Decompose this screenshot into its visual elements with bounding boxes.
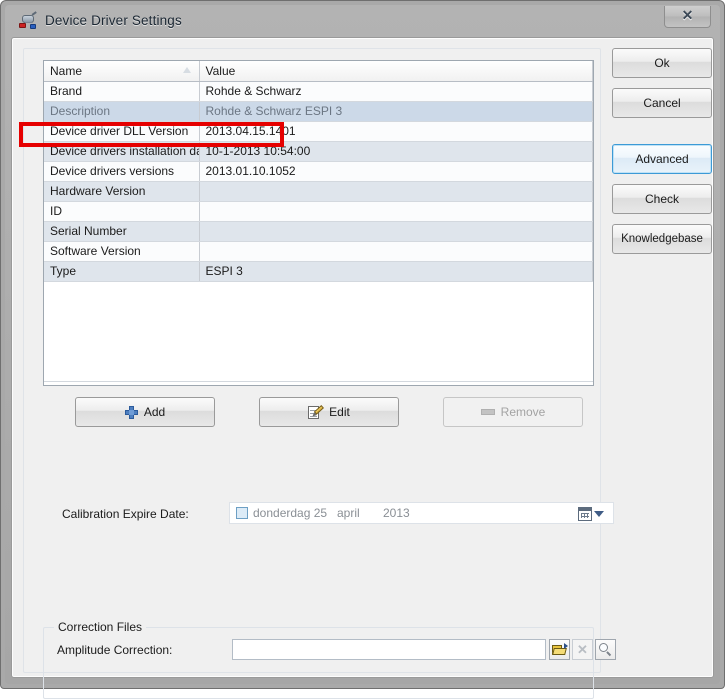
cell-name: ID bbox=[44, 201, 200, 222]
table-row[interactable]: Serial Number bbox=[44, 221, 593, 242]
cell-value bbox=[199, 241, 593, 262]
cell-value: 10-1-2013 10:54:00 bbox=[199, 141, 593, 162]
calibration-date-picker[interactable]: donderdag 25 april 2013 bbox=[229, 502, 614, 524]
cell-name: Serial Number bbox=[44, 221, 200, 242]
table-row[interactable]: Brand Rohde & Schwarz bbox=[44, 81, 593, 102]
calendar-dropdown-button[interactable] bbox=[578, 505, 610, 522]
advanced-button[interactable]: Advanced bbox=[612, 144, 712, 174]
amplitude-correction-label: Amplitude Correction: bbox=[57, 643, 173, 657]
remove-button: Remove bbox=[443, 397, 583, 427]
minus-icon bbox=[480, 409, 495, 415]
knowledgebase-button[interactable]: Knowledgebase bbox=[612, 224, 712, 254]
magnifier-icon bbox=[599, 643, 612, 657]
cell-name: Type bbox=[44, 261, 200, 282]
table-row[interactable]: Description Rohde & Schwarz ESPI 3 bbox=[44, 101, 593, 122]
advanced-button-label: Advanced bbox=[635, 152, 689, 166]
title-bar: Device Driver Settings ✕ bbox=[1, 1, 724, 37]
cell-value bbox=[199, 181, 593, 202]
cell-name: Device driver DLL Version bbox=[44, 121, 200, 142]
calibration-date-year: 2013 bbox=[383, 506, 410, 520]
calibration-expire-date-label: Calibration Expire Date: bbox=[62, 507, 189, 521]
device-properties-grid[interactable]: Name Value Brand Rohde & Schwarz Descripti… bbox=[43, 60, 594, 386]
cancel-button[interactable]: Cancel bbox=[612, 88, 712, 118]
close-button[interactable]: ✕ bbox=[664, 6, 711, 28]
cell-name: Description bbox=[44, 101, 200, 122]
content-panel: Name Value Brand Rohde & Schwarz Descripti… bbox=[23, 48, 616, 699]
open-folder-icon bbox=[552, 642, 568, 656]
table-row[interactable]: Type ESPI 3 bbox=[44, 261, 593, 282]
clear-x-icon: ✕ bbox=[577, 641, 588, 657]
table-filler bbox=[44, 281, 593, 382]
column-header-name-label: Name bbox=[50, 63, 83, 78]
table-row[interactable]: Software Version bbox=[44, 241, 593, 262]
cell-value: 2013.04.15.1401 bbox=[199, 121, 593, 142]
correction-files-group: Correction Files Amplitude Correction: ✕ bbox=[43, 620, 616, 699]
window-title: Device Driver Settings bbox=[45, 13, 182, 28]
table-row[interactable]: Device driver DLL Version 2013.04.15.1401 bbox=[44, 121, 593, 142]
table-row[interactable]: Device drivers installation date 10-1-201… bbox=[44, 141, 593, 162]
cell-name: Brand bbox=[44, 81, 200, 102]
clear-file-button: ✕ bbox=[572, 639, 593, 660]
edit-button[interactable]: Edit bbox=[259, 397, 399, 427]
table-body: Brand Rohde & Schwarz Description Rohde & S… bbox=[44, 81, 593, 382]
plus-icon bbox=[124, 405, 138, 419]
chevron-down-icon bbox=[594, 510, 604, 517]
correction-files-legend: Correction Files bbox=[54, 620, 147, 634]
dialog-client-area: Name Value Brand Rohde & Schwarz Descripti… bbox=[11, 37, 714, 699]
ok-button[interactable]: Ok bbox=[612, 48, 712, 78]
cell-value bbox=[199, 221, 593, 242]
cell-name: Device drivers installation date bbox=[44, 141, 200, 162]
calibration-date-day: donderdag 25 bbox=[253, 506, 328, 520]
add-button-label: Add bbox=[143, 405, 166, 419]
calibration-date-month: april bbox=[337, 506, 360, 520]
application-window: Device Driver Settings ✕ Name Value Bran… bbox=[0, 0, 725, 699]
column-header-value-label: Value bbox=[205, 63, 236, 78]
table-row[interactable]: ID bbox=[44, 201, 593, 222]
cell-name: Device drivers versions bbox=[44, 161, 200, 182]
table-header: Name Value bbox=[44, 61, 593, 82]
cell-name: Hardware Version bbox=[44, 181, 200, 202]
calibration-date-checkbox[interactable] bbox=[236, 507, 248, 519]
calibration-date-text: donderdag 25 april 2013 bbox=[253, 506, 410, 520]
cell-value bbox=[199, 201, 593, 222]
table-filler-cell bbox=[44, 281, 593, 382]
ok-button-label: Ok bbox=[654, 56, 670, 70]
cell-value: 2013.01.10.1052 bbox=[199, 161, 593, 182]
device-driver-icon bbox=[19, 11, 39, 31]
browse-file-button[interactable] bbox=[549, 639, 570, 660]
close-icon: ✕ bbox=[681, 8, 694, 24]
check-button[interactable]: Check bbox=[612, 184, 712, 214]
properties-table: Name Value Brand Rohde & Schwarz Descripti… bbox=[44, 61, 593, 382]
grid-action-buttons: Add Edit Remove bbox=[43, 397, 594, 427]
remove-button-label: Remove bbox=[500, 405, 546, 419]
cancel-button-label: Cancel bbox=[643, 96, 681, 110]
cell-value: Rohde & Schwarz bbox=[199, 81, 593, 102]
knowledgebase-button-label: Knowledgebase bbox=[621, 233, 703, 245]
table-row[interactable]: Device drivers versions 2013.01.10.1052 bbox=[44, 161, 593, 182]
table-row[interactable]: Hardware Version bbox=[44, 181, 593, 202]
check-button-label: Check bbox=[644, 192, 679, 206]
amplitude-correction-input[interactable] bbox=[232, 639, 546, 660]
cell-value: Rohde & Schwarz ESPI 3 bbox=[199, 101, 593, 122]
table-header-row: Name Value bbox=[44, 61, 593, 82]
cell-name: Software Version bbox=[44, 241, 200, 262]
notepad-pencil-icon bbox=[308, 404, 325, 420]
add-button[interactable]: Add bbox=[75, 397, 215, 427]
column-header-name[interactable]: Name bbox=[44, 61, 200, 82]
cell-value: ESPI 3 bbox=[199, 261, 593, 282]
column-header-value[interactable]: Value bbox=[199, 61, 593, 82]
calendar-icon bbox=[578, 506, 592, 521]
edit-button-label: Edit bbox=[329, 405, 350, 419]
search-file-button[interactable] bbox=[595, 639, 616, 660]
sort-ascending-icon bbox=[182, 67, 191, 73]
